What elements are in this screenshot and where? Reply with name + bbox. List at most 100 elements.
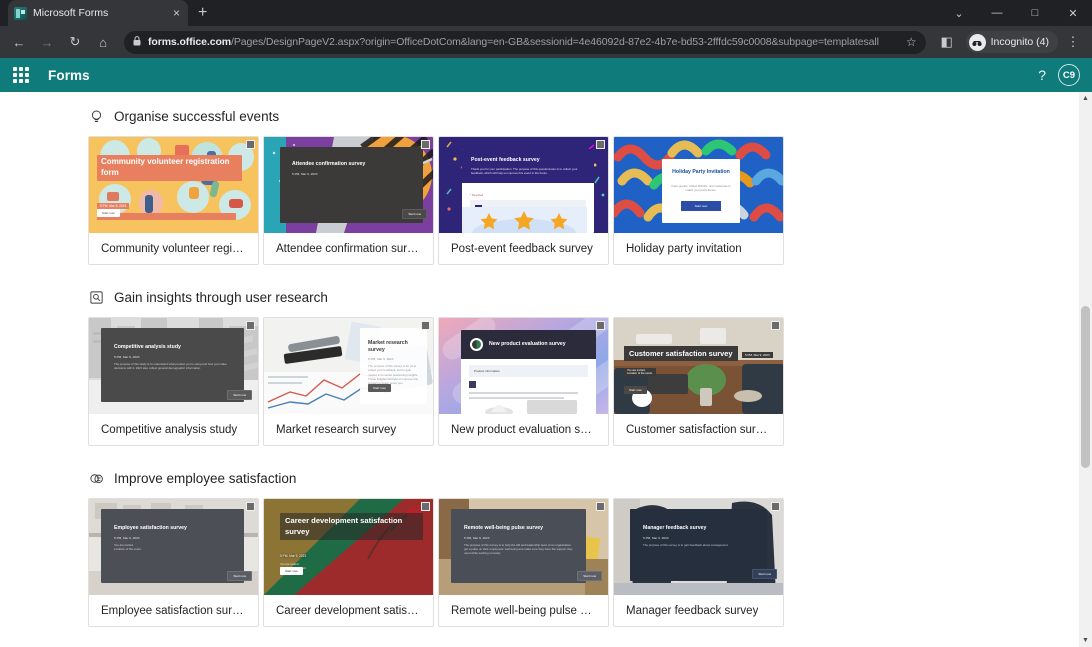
help-icon[interactable]: ? xyxy=(1038,67,1046,83)
template-card[interactable]: Post-event feedback survey Thank you for… xyxy=(438,136,609,265)
people-smile-icon xyxy=(88,470,105,487)
template-card[interactable]: Manager feedback survey 5 PM, Mar 9, 202… xyxy=(613,498,784,627)
browser-tab[interactable]: Microsoft Forms × xyxy=(8,0,188,26)
template-name: Remote well-being pulse surv... xyxy=(451,605,596,617)
new-tab-button[interactable]: + xyxy=(198,4,207,22)
thumbnail-meta: Product information xyxy=(469,365,588,377)
reload-icon[interactable]: ↻ xyxy=(62,29,88,55)
template-card[interactable]: Competitive analysis study 5 PM, Mar 9, … xyxy=(88,317,259,446)
section-title: Improve employee satisfaction xyxy=(114,471,296,486)
template-thumbnail: Holiday Party Invitation Invite guests, … xyxy=(614,137,783,233)
template-card[interactable]: Market research survey 5 PM, Mar 9, 2023… xyxy=(263,317,434,446)
template-card[interactable]: Community volunteer registration form 5 … xyxy=(88,136,259,265)
thumbnail-form-preview: Holiday Party Invitation Invite guests, … xyxy=(662,159,740,223)
browser-menu-icon[interactable]: ⋮ xyxy=(1060,29,1086,55)
template-thumbnail: Manager feedback survey 5 PM, Mar 9, 202… xyxy=(614,499,783,595)
thumbnail-title: Career development satisfaction survey xyxy=(280,513,423,540)
section-gain-insights-user-research: Gain insights through user research C xyxy=(0,287,1092,446)
template-card-label: Market research survey xyxy=(264,414,433,445)
thumbnail-start-button: Start now xyxy=(402,209,427,219)
url-path: /Pages/DesignPageV2.aspx?origin=OfficeDo… xyxy=(231,36,879,48)
lightbulb-icon xyxy=(88,108,105,125)
template-card[interactable]: Career development satisfaction survey 5… xyxy=(263,498,434,627)
thumbnail-form-preview: Customer satisfaction survey 5 PM, Mar 9… xyxy=(624,334,783,400)
template-name: Market research survey xyxy=(276,424,396,436)
thumbnail-meta: 5 PM, Mar 9, 2023 xyxy=(368,357,419,361)
scroll-up-icon[interactable]: ▲ xyxy=(1079,92,1092,105)
template-name: Community volunteer registr... xyxy=(101,243,246,255)
template-name: Post-event feedback survey xyxy=(451,243,593,255)
templates-content: Organise successful events xyxy=(0,92,1092,647)
forward-icon[interactable]: → xyxy=(34,29,60,55)
thumbnail-title: Employee satisfaction survey xyxy=(114,525,231,532)
section-header: Organise successful events xyxy=(88,106,1092,125)
thumbnail-start-button: Start now xyxy=(227,571,252,581)
address-bar[interactable]: forms.office.com/Pages/DesignPageV2.aspx… xyxy=(124,31,926,54)
template-card-label: Community volunteer registr... xyxy=(89,233,258,264)
template-corner-badge xyxy=(596,502,605,511)
template-card[interactable]: Holiday Party Invitation Invite guests, … xyxy=(613,136,784,265)
thumbnail-start-button: Start now xyxy=(368,384,391,392)
section-improve-employee-satisfaction: Improve employee satisfaction xyxy=(0,468,1092,627)
thumbnail-meta: 5 PM, Mar 9, 2023 xyxy=(643,536,754,540)
side-panel-icon[interactable]: ◧ xyxy=(934,29,960,55)
template-card[interactable]: Customer satisfaction survey 5 PM, Mar 9… xyxy=(613,317,784,446)
thumbnail-form-preview: Market research survey 5 PM, Mar 9, 2023… xyxy=(360,328,427,404)
app-bar-actions: ? C9 xyxy=(1038,64,1080,86)
thumbnail-meta: 5 PM, Mar 9, 2023 xyxy=(114,355,231,359)
template-card-label: Holiday party invitation xyxy=(614,233,783,264)
browser-titlebar: Microsoft Forms × + ⌄ — □ ✕ xyxy=(0,0,1092,26)
template-thumbnail: Post-event feedback survey Thank you for… xyxy=(439,137,608,233)
maximize-window-icon[interactable]: □ xyxy=(1016,0,1054,26)
browser-toolbar: ← → ↻ ⌂ forms.office.com/Pages/DesignPag… xyxy=(0,26,1092,58)
template-corner-badge xyxy=(421,321,430,330)
template-thumbnail: Customer satisfaction survey 5 PM, Mar 9… xyxy=(614,318,783,414)
thumbnail-meta: 5 PM, Mar 9, 2023 xyxy=(114,536,231,540)
thumbnail-meta: * Required xyxy=(470,193,586,197)
browser-window: Microsoft Forms × + ⌄ — □ ✕ ← → ↻ ⌂ form… xyxy=(0,0,1092,647)
thumbnail-meta: 5 PM, Mar 9, 2023 xyxy=(464,536,573,540)
template-card-label: Competitive analysis study xyxy=(89,414,258,445)
thumbnail-form-preview: Career development satisfaction survey 5… xyxy=(280,513,423,583)
template-card-label: Post-event feedback survey xyxy=(439,233,608,264)
thumbnail-title: Holiday Party Invitation xyxy=(670,169,732,176)
template-corner-badge xyxy=(421,502,430,511)
bookmark-star-icon[interactable]: ☆ xyxy=(900,35,917,49)
template-card[interactable]: New product evaluation survey Product in… xyxy=(438,317,609,446)
page-scrollbar[interactable]: ▲ ▼ xyxy=(1079,92,1092,647)
thumbnail-title: Community volunteer registration form xyxy=(97,155,242,181)
thumbnail-form-preview: Competitive analysis study 5 PM, Mar 9, … xyxy=(101,328,244,402)
incognito-profile-button[interactable]: Incognito (4) xyxy=(966,31,1058,53)
home-icon[interactable]: ⌂ xyxy=(90,29,116,55)
template-card[interactable]: Remote well-being pulse survey 5 PM, Mar… xyxy=(438,498,609,627)
thumbnail-form-preview: Manager feedback survey 5 PM, Mar 9, 202… xyxy=(630,509,767,581)
incognito-icon xyxy=(969,34,986,51)
thumbnail-meta: Invite guests, collect RSVPs, and custom… xyxy=(670,184,732,193)
scroll-down-icon[interactable]: ▼ xyxy=(1079,634,1092,647)
user-avatar[interactable]: C9 xyxy=(1058,64,1080,86)
app-launcher-icon[interactable] xyxy=(12,66,30,84)
microsoft-forms-favicon-icon xyxy=(14,7,27,20)
thumbnail-title: Manager feedback survey xyxy=(643,525,754,532)
template-card-label: Remote well-being pulse surv... xyxy=(439,595,608,626)
template-card[interactable]: Employee satisfaction survey 5 PM, Mar 9… xyxy=(88,498,259,627)
template-name: Manager feedback survey xyxy=(626,605,758,617)
scrollbar-thumb[interactable] xyxy=(1081,306,1090,468)
thumbnail-meta: 5 PM, Mar 9, 2023 xyxy=(280,554,423,558)
template-thumbnail: Market research survey 5 PM, Mar 9, 2023… xyxy=(264,318,433,414)
close-tab-icon[interactable]: × xyxy=(171,7,182,19)
forms-brand-label[interactable]: Forms xyxy=(48,68,90,83)
template-corner-badge xyxy=(246,140,255,149)
thumbnail-title: Customer satisfaction survey xyxy=(624,346,738,361)
template-card[interactable]: Attendee confirmation survey 5 PM, Mar 9… xyxy=(263,136,434,265)
thumbnail-title: Competitive analysis study xyxy=(114,344,231,351)
minimize-window-icon[interactable]: — xyxy=(978,0,1016,26)
template-card-label: Attendee confirmation survey xyxy=(264,233,433,264)
template-corner-badge xyxy=(421,140,430,149)
tab-search-icon[interactable]: ⌄ xyxy=(940,0,978,26)
incognito-label: Incognito (4) xyxy=(991,36,1049,48)
back-icon[interactable]: ← xyxy=(6,29,32,55)
thumbnail-title: New product evaluation survey xyxy=(489,341,566,348)
template-card-label: New product evaluation survey xyxy=(439,414,608,445)
close-window-icon[interactable]: ✕ xyxy=(1054,0,1092,26)
